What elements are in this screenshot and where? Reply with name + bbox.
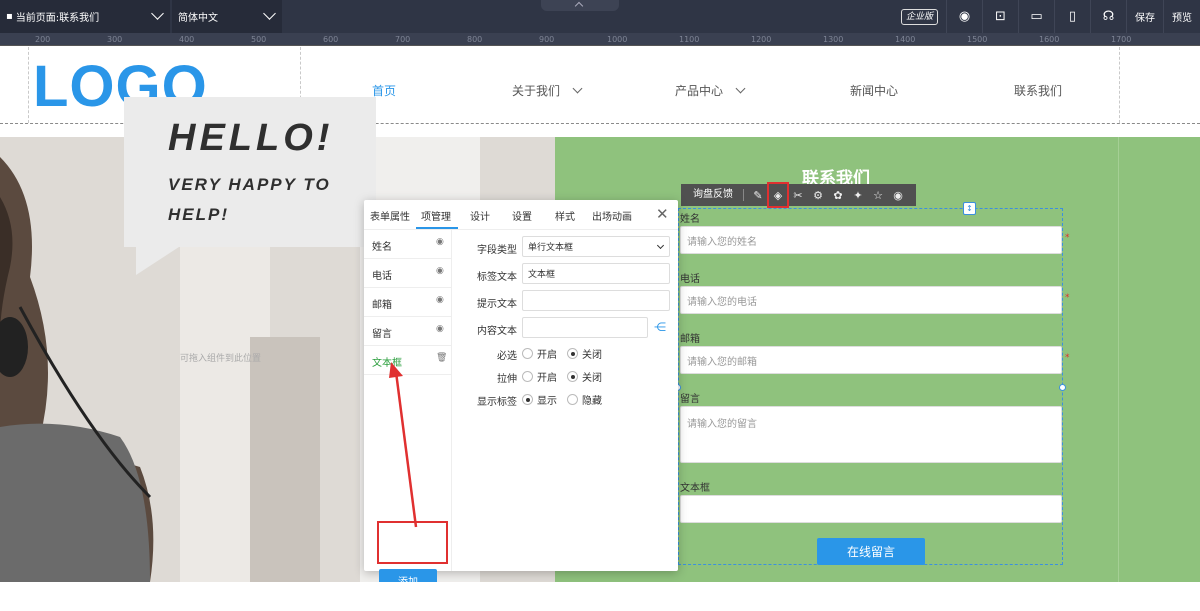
editor-screen: ▪ 当前页面:联系我们 简体中文 企业版 ◉ ⊡ ▭ ▯ ☊ 保存 预览 200… [0, 0, 1200, 611]
page-bottom [0, 582, 1200, 611]
annotation-arrow-overlay [389, 362, 418, 528]
arrow-head-icon [389, 362, 403, 378]
